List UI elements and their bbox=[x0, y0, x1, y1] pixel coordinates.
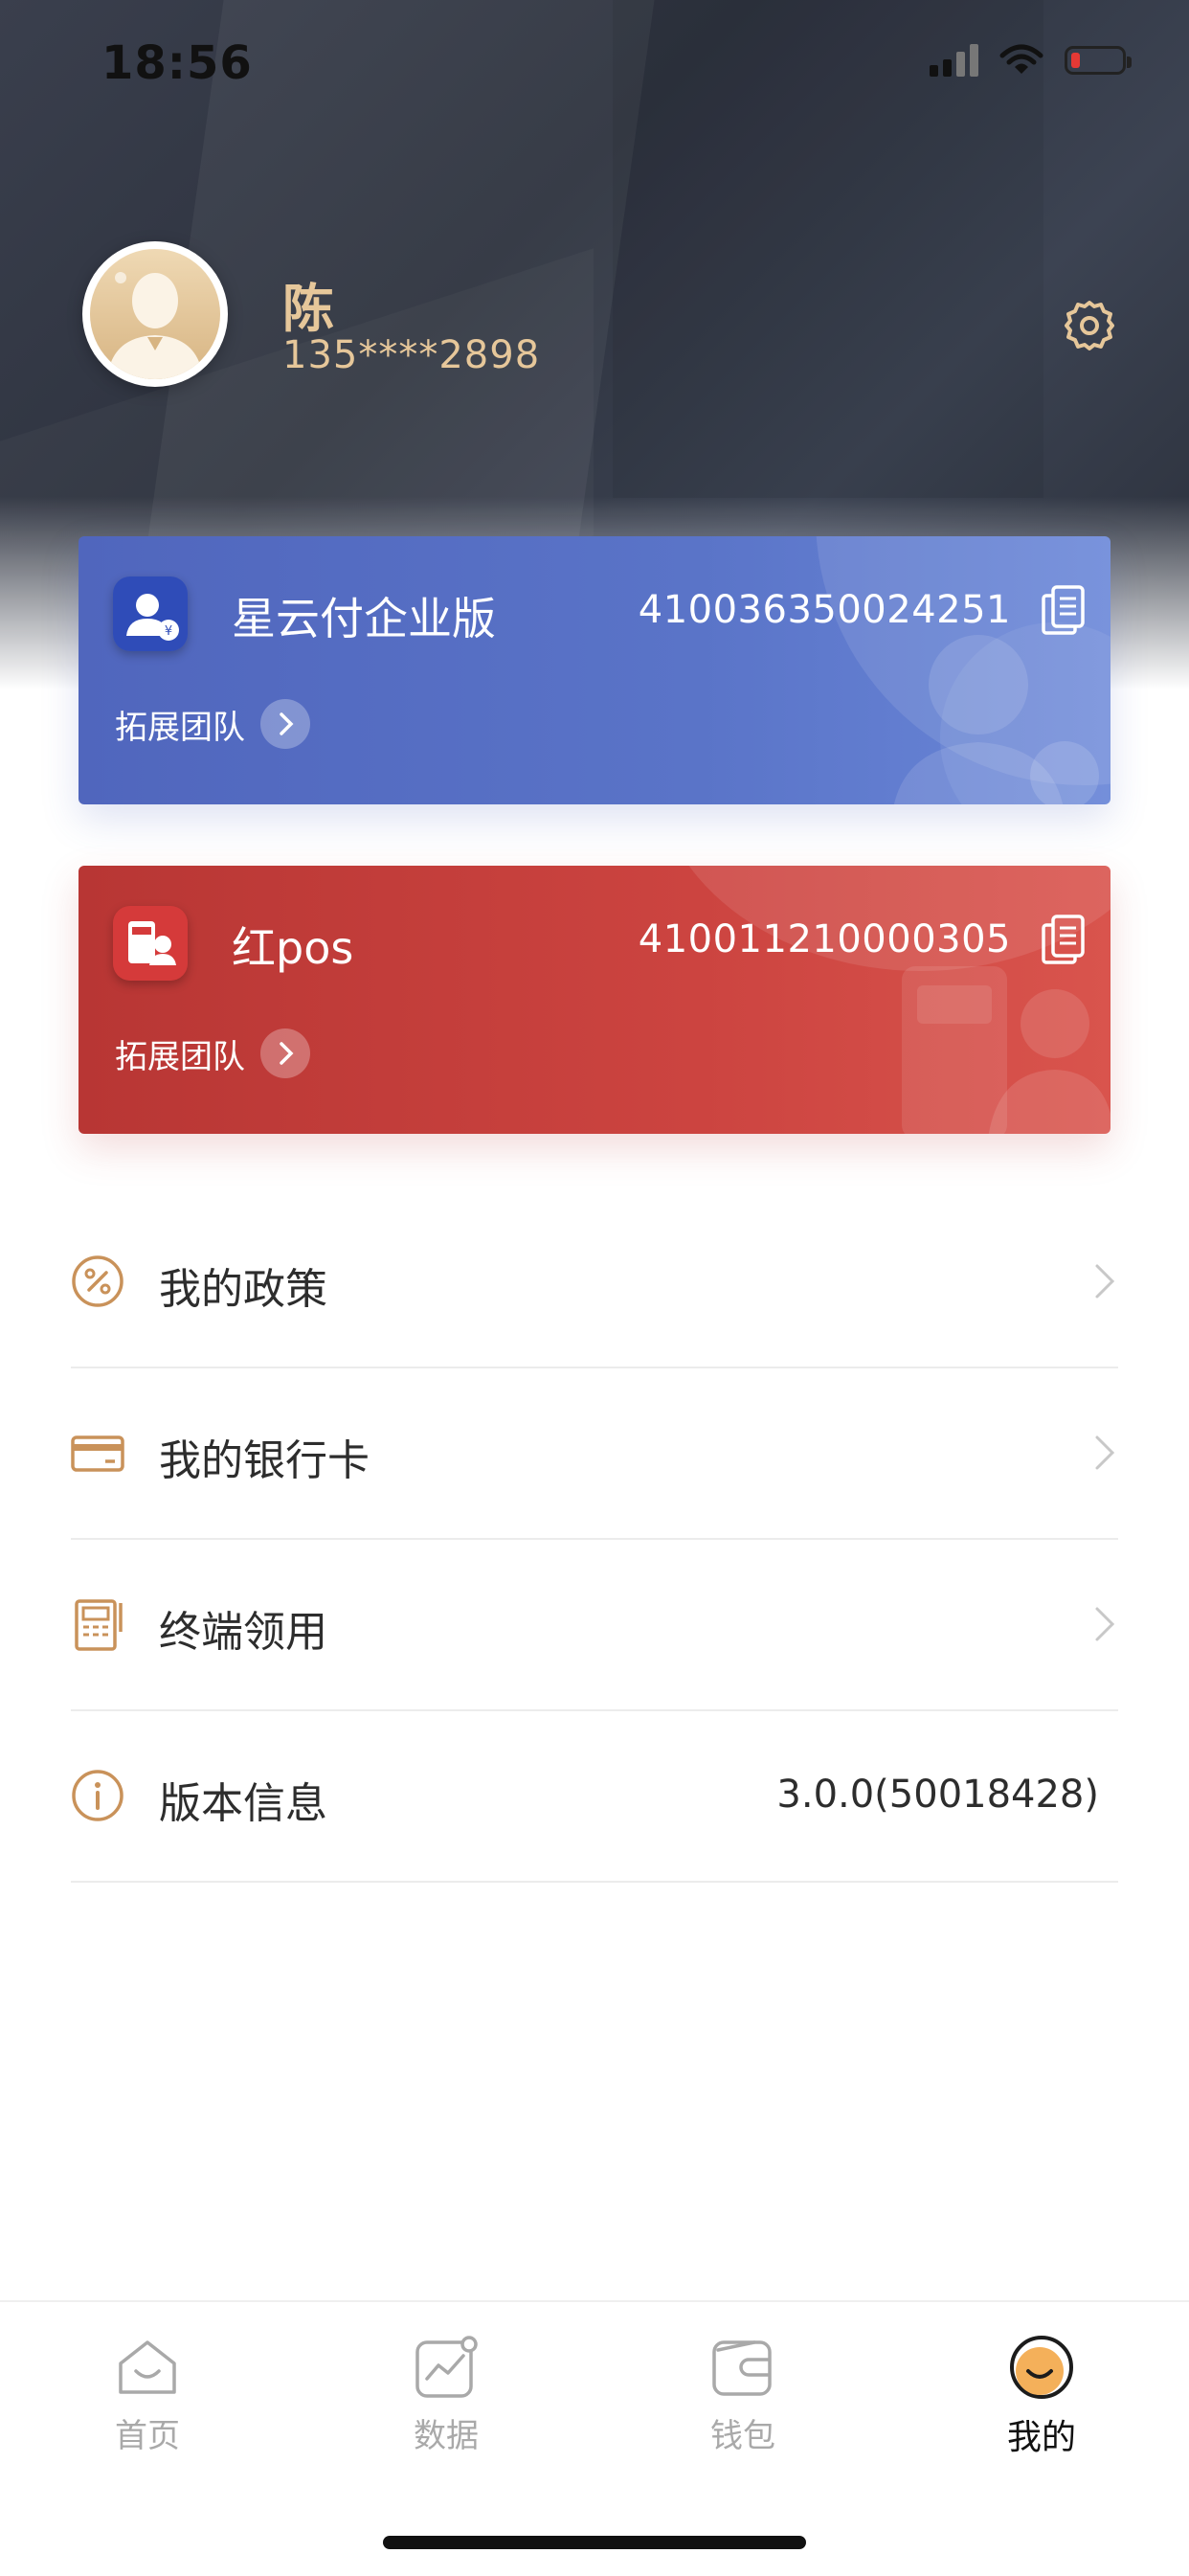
expand-team-link[interactable]: 拓展团队 bbox=[115, 1028, 310, 1078]
card-number: 410036350024251 bbox=[638, 588, 1011, 632]
card-icon bbox=[71, 1435, 124, 1472]
menu-item-version-info[interactable]: 版本信息 3.0.0(50018428) bbox=[71, 1711, 1118, 1883]
wifi-icon bbox=[999, 44, 1043, 74]
card-person-watermark-icon bbox=[893, 635, 1099, 804]
percent-icon bbox=[72, 1255, 123, 1307]
expand-team-label: 拓展团队 bbox=[115, 708, 245, 747]
copy-icon[interactable] bbox=[1042, 914, 1086, 965]
gear-icon[interactable] bbox=[1061, 297, 1118, 354]
menu-item-terminal-request[interactable]: 终端领用 bbox=[71, 1540, 1118, 1711]
terminal-icon bbox=[75, 1599, 123, 1651]
battery-icon bbox=[1065, 46, 1132, 75]
tab-home[interactable]: 首页 bbox=[52, 2335, 243, 2456]
tab-label: 我的 bbox=[1006, 2418, 1076, 2457]
home-icon bbox=[119, 2340, 176, 2394]
version-value: 3.0.0(50018428) bbox=[776, 1773, 1099, 1817]
bottom-tab-bar: 首页 数据 钱包 我的 bbox=[0, 2300, 1189, 2576]
tab-mine[interactable]: 我的 bbox=[946, 2335, 1137, 2459]
copy-icon[interactable] bbox=[1042, 584, 1086, 636]
card-terminal-watermark-icon bbox=[902, 966, 1110, 1134]
menu-item-label: 我的银行卡 bbox=[159, 1436, 370, 1485]
wallet-icon bbox=[712, 2340, 772, 2396]
xingyunfu-app-icon: ¥ bbox=[113, 576, 188, 651]
menu-item-label: 终端领用 bbox=[159, 1608, 327, 1657]
user-avatar-icon bbox=[90, 249, 220, 379]
expand-team-link[interactable]: 拓展团队 bbox=[115, 699, 310, 749]
chart-icon bbox=[415, 2336, 478, 2398]
tab-label: 首页 bbox=[115, 2417, 180, 2455]
tab-data[interactable]: 数据 bbox=[350, 2335, 542, 2456]
chevron-right-icon bbox=[1095, 1435, 1115, 1470]
chevron-right-icon bbox=[1095, 1607, 1115, 1641]
tab-label: 数据 bbox=[414, 2417, 479, 2455]
chevron-right-icon bbox=[1095, 1264, 1115, 1299]
menu-item-label: 我的政策 bbox=[159, 1265, 327, 1314]
user-phone: 135****2898 bbox=[282, 333, 541, 377]
tab-label: 钱包 bbox=[710, 2417, 775, 2455]
settings-menu: 我的政策 我的银行卡 终端领用 版本信息 3.0.0(50018428) bbox=[71, 1197, 1118, 1883]
menu-item-my-policy[interactable]: 我的政策 bbox=[71, 1197, 1118, 1368]
cellular-signal-icon bbox=[930, 44, 978, 77]
status-time: 18:56 bbox=[101, 36, 253, 90]
hongpos-app-icon bbox=[113, 906, 188, 981]
merchant-card-hongpos[interactable]: 红pos 410011210000305 拓展团队 bbox=[79, 866, 1110, 1134]
home-indicator bbox=[383, 2536, 806, 2549]
svg-text:¥: ¥ bbox=[165, 624, 172, 639]
merchant-card-xingyunfu[interactable]: ¥ 星云付企业版 410036350024251 拓展团队 bbox=[79, 536, 1110, 804]
info-icon bbox=[72, 1770, 123, 1821]
status-icons bbox=[930, 44, 1132, 77]
user-name: 陈 bbox=[282, 279, 334, 339]
chevron-right-icon bbox=[260, 699, 310, 749]
expand-team-label: 拓展团队 bbox=[115, 1037, 245, 1076]
smile-icon bbox=[1010, 2336, 1073, 2399]
card-title: 星云付企业版 bbox=[232, 593, 496, 644]
card-title: 红pos bbox=[232, 922, 354, 974]
menu-item-label: 版本信息 bbox=[159, 1779, 327, 1828]
menu-item-my-bank-card[interactable]: 我的银行卡 bbox=[71, 1368, 1118, 1540]
avatar[interactable] bbox=[82, 241, 228, 387]
card-number: 410011210000305 bbox=[638, 917, 1011, 961]
tab-wallet[interactable]: 钱包 bbox=[647, 2335, 839, 2456]
chevron-right-icon bbox=[260, 1028, 310, 1078]
